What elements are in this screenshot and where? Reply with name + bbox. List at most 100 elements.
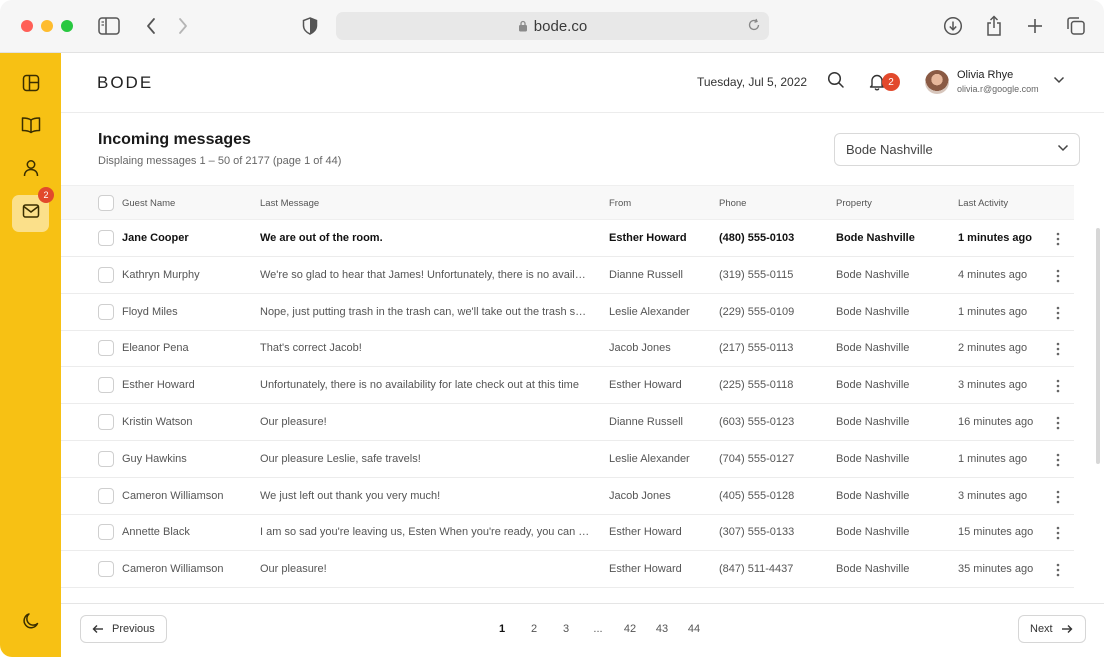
address-bar[interactable]: bode.co (336, 12, 769, 40)
page-number[interactable]: 44 (678, 623, 710, 639)
sidebar: 2 (0, 53, 61, 657)
last-message-cell: We just left out thank you very much! (260, 489, 441, 502)
row-checkbox[interactable] (98, 230, 114, 246)
avatar[interactable] (925, 70, 949, 94)
column-header-property[interactable]: Property (836, 198, 872, 209)
chevron-down-icon[interactable] (1053, 76, 1065, 84)
from-cell: Jacob Jones (609, 489, 671, 502)
row-checkbox[interactable] (98, 450, 114, 467)
guest-name-cell: Cameron Williamson (122, 489, 224, 502)
minimize-window-button[interactable] (41, 20, 53, 32)
more-vertical-icon[interactable] (1056, 490, 1060, 504)
property-select[interactable]: Bode Nashville (834, 133, 1080, 166)
sidebar-item-bookings[interactable] (12, 109, 49, 146)
sidebar-toggle-icon[interactable] (97, 14, 121, 38)
property-cell: Bode Nashville (836, 526, 910, 539)
row-checkbox[interactable] (98, 487, 114, 504)
property-cell: Bode Nashville (836, 305, 910, 318)
table-row[interactable]: Floyd Miles Nope, just putting trash in t… (61, 294, 1074, 331)
guest-name-cell: Kathryn Murphy (122, 268, 200, 281)
previous-button[interactable]: Previous (80, 615, 167, 643)
last-activity-cell: 3 minutes ago (958, 489, 1028, 502)
moon-icon (22, 612, 40, 635)
chevron-down-icon (1057, 144, 1069, 152)
more-vertical-icon[interactable] (1056, 416, 1060, 430)
search-icon[interactable] (827, 71, 845, 89)
last-message-cell: Unfortunately, there is no availability … (260, 379, 579, 392)
phone-cell: (229) 555-0109 (719, 305, 795, 318)
page-number[interactable]: 2 (518, 623, 550, 639)
property-cell: Bode Nashville (836, 268, 910, 281)
from-cell: Esther Howard (609, 526, 682, 539)
reload-icon[interactable] (747, 18, 761, 32)
dark-mode-toggle[interactable] (12, 605, 49, 642)
maximize-window-button[interactable] (61, 20, 73, 32)
back-icon[interactable] (139, 14, 163, 38)
column-header-message[interactable]: Last Message (260, 198, 319, 209)
row-checkbox[interactable] (98, 414, 114, 430)
brand-logo[interactable]: BODE (97, 73, 153, 93)
arrow-right-icon (1061, 624, 1073, 634)
more-vertical-icon[interactable] (1056, 269, 1060, 283)
column-header-from[interactable]: From (609, 198, 631, 209)
table-row[interactable]: Eleanor Pena That's correct Jacob! Jacob J… (61, 330, 1074, 368)
arrow-left-icon (92, 624, 104, 634)
table-scrollbar[interactable] (1096, 228, 1100, 464)
guest-name-cell: Kristin Watson (122, 416, 193, 428)
phone-cell: (307) 555-0133 (719, 526, 795, 539)
sidebar-item-guests[interactable] (12, 152, 49, 189)
more-vertical-icon[interactable] (1056, 379, 1060, 393)
table-row[interactable]: Annette Black I am so sad you're leaving … (61, 514, 1074, 552)
forward-icon[interactable] (171, 14, 195, 38)
sidebar-item-dashboard[interactable] (12, 67, 49, 104)
current-date: Tuesday, Jul 5, 2022 (697, 75, 808, 89)
page-number[interactable]: 43 (646, 623, 678, 639)
close-window-button[interactable] (21, 20, 33, 32)
privacy-shield-icon[interactable] (298, 14, 322, 38)
lock-icon (518, 20, 528, 32)
sidebar-item-messages[interactable]: 2 (12, 187, 54, 232)
table-row[interactable]: Esther Howard Unfortunately, there is no … (61, 367, 1074, 405)
book-open-icon (21, 116, 41, 139)
last-activity-cell: 16 minutes ago (958, 416, 1034, 428)
share-icon[interactable] (982, 14, 1006, 38)
table-row[interactable]: Kathryn Murphy We're so glad to hear that… (61, 257, 1074, 294)
row-checkbox[interactable] (98, 266, 114, 283)
phone-cell: (405) 555-0128 (719, 489, 795, 502)
more-vertical-icon[interactable] (1056, 526, 1060, 540)
next-button[interactable]: Next (1018, 615, 1086, 643)
new-tab-icon[interactable] (1023, 14, 1047, 38)
page-number[interactable]: 1 (486, 623, 518, 639)
guest-name-cell: Cameron Williamson (122, 563, 224, 576)
more-vertical-icon[interactable] (1056, 563, 1060, 577)
phone-cell: (225) 555-0118 (719, 379, 794, 392)
row-checkbox[interactable] (98, 561, 114, 578)
row-checkbox[interactable] (98, 303, 114, 320)
user-icon (22, 159, 40, 182)
table-row[interactable]: Jane Cooper We are out of the room. Esther… (61, 220, 1074, 257)
row-checkbox[interactable] (98, 340, 114, 357)
page-number[interactable]: 42 (614, 623, 646, 639)
tab-overview-icon[interactable] (1064, 14, 1088, 38)
table-row[interactable]: Cameron Williamson We just left out thank… (61, 478, 1074, 515)
row-checkbox[interactable] (98, 524, 114, 541)
column-header-phone[interactable]: Phone (719, 198, 746, 209)
column-header-guest[interactable]: Guest Name (122, 198, 175, 209)
table-row[interactable]: Kristin Watson Our pleasure! Dianne Russel… (61, 404, 1074, 441)
select-all-checkbox[interactable] (98, 195, 114, 211)
from-cell: Esther Howard (609, 232, 687, 244)
row-checkbox[interactable] (98, 377, 114, 394)
last-activity-cell: 15 minutes ago (958, 526, 1034, 539)
user-name[interactable]: Olivia Rhye (957, 69, 1013, 81)
more-vertical-icon[interactable] (1056, 306, 1060, 320)
page-number[interactable]: 3 (550, 623, 582, 639)
notification-badge: 2 (882, 73, 900, 91)
download-icon[interactable] (941, 14, 965, 38)
more-vertical-icon[interactable] (1056, 342, 1060, 356)
more-vertical-icon[interactable] (1056, 232, 1060, 246)
table-row[interactable]: Cameron Williamson Our pleasure! Esther Ho… (61, 551, 1074, 589)
table-row[interactable]: Guy Hawkins Our pleasure Leslie, safe tra… (61, 441, 1074, 478)
guest-name-cell: Annette Black (122, 526, 190, 539)
column-header-activity[interactable]: Last Activity (958, 198, 1008, 209)
more-vertical-icon[interactable] (1056, 453, 1060, 467)
